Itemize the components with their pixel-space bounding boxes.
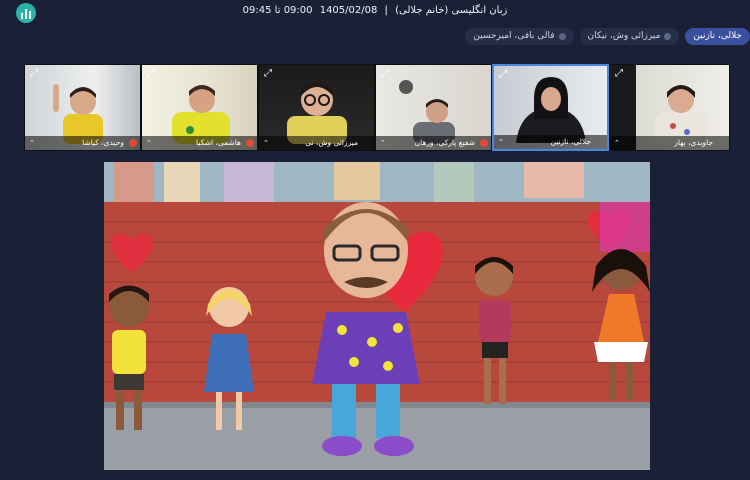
mic-muted-icon[interactable] (246, 139, 254, 147)
caret-up-icon[interactable]: ⌃ (146, 136, 152, 150)
chip-label: جلالی، نازنین (693, 31, 742, 41)
session-time: 09:00 تا 09:45 (242, 5, 313, 16)
participant-tile-active-speaker[interactable]: ⤢ ⌃ جلالی، نازنین (492, 64, 609, 151)
participant-avatar (286, 82, 347, 144)
participant-name: وحیدی، کیاشا (82, 138, 124, 147)
participant-tile[interactable]: ⤢ ⌃ جاویدی، بهار (609, 64, 730, 151)
participant-name: شفیع پارکی، ورهان (414, 138, 475, 147)
mic-muted-icon[interactable] (129, 139, 137, 147)
participant-tile[interactable]: ⤢ ⌃ هاشمی، اشکیا (141, 64, 258, 151)
expand-icon[interactable]: ⤢ (262, 68, 274, 80)
expand-icon[interactable]: ⤢ (145, 68, 157, 80)
caret-up-icon[interactable]: ⌃ (263, 136, 269, 150)
participant-name: هاشمی، اشکیا (196, 138, 241, 147)
participant-tile[interactable]: ⤢ ⌃ میرزائی وش، نی (258, 64, 375, 151)
title-separator: | (384, 5, 388, 16)
participant-nameplate: ⌃ هاشمی، اشکیا (142, 136, 257, 150)
participant-name: جلالی، نازنین (550, 137, 591, 146)
participant-name: میرزائی وش، نی (305, 138, 358, 147)
participant-nameplate: ⌃ شفیع پارکی، ورهان (376, 136, 491, 150)
caret-up-icon[interactable]: ⌃ (614, 136, 620, 150)
participant-tile[interactable]: ⤢ ⌃ شفیع پارکی، ورهان (375, 64, 492, 151)
participant-avatar (52, 84, 103, 144)
chip-user-2[interactable]: میرزائی وش، نیکان (579, 28, 680, 45)
session-title: زبان انگلیسی (خانم جلالی) | 1405/02/08 0… (0, 5, 750, 16)
chip-label: فالی بافی، امیرحسین (473, 31, 555, 41)
participant-avatar (655, 85, 708, 144)
caret-up-icon[interactable]: ⌃ (498, 135, 504, 149)
pinned-users-bar: جلالی، نازنین میرزائی وش، نیکان فالی باف… (465, 28, 750, 45)
participant-avatar (515, 77, 586, 143)
chip-label: میرزائی وش، نیکان (587, 31, 661, 41)
status-dot-icon (558, 33, 566, 40)
class-name: زبان انگلیسی (خانم جلالی) (395, 5, 508, 16)
participant-nameplate: ⌃ وحیدی، کیاشا (25, 136, 140, 150)
caret-up-icon[interactable]: ⌃ (380, 136, 386, 150)
expand-icon[interactable]: ⤢ (28, 68, 40, 80)
expand-icon[interactable]: ⤢ (379, 68, 391, 80)
participant-strip: ⤢ ⌃ وحیدی، کیاشا ⤢ ⌃ هاشمی، اشکیا ⤢ ⌃ می… (24, 64, 730, 151)
participant-nameplate: ⌃ میرزائی وش، نی (259, 136, 374, 150)
participant-nameplate: ⌃ جلالی، نازنین (494, 135, 607, 149)
expand-icon[interactable]: ⤢ (497, 69, 509, 81)
cartoon-video-frame (104, 162, 650, 470)
participant-nameplate: ⌃ جاویدی، بهار (610, 136, 729, 150)
participant-name: جاویدی، بهار (674, 138, 713, 147)
expand-icon[interactable]: ⤢ (613, 68, 625, 80)
chip-user-3[interactable]: فالی بافی، امیرحسین (465, 28, 574, 45)
chip-user-1[interactable]: جلالی، نازنین (685, 28, 750, 45)
participant-avatar (171, 85, 230, 144)
status-dot-icon (664, 33, 672, 40)
participant-tile[interactable]: ⤢ ⌃ وحیدی، کیاشا (24, 64, 141, 151)
caret-up-icon[interactable]: ⌃ (29, 136, 35, 150)
session-date: 1405/02/08 (319, 5, 378, 16)
shared-video-player[interactable] (104, 162, 650, 470)
mic-muted-icon[interactable] (480, 139, 488, 147)
